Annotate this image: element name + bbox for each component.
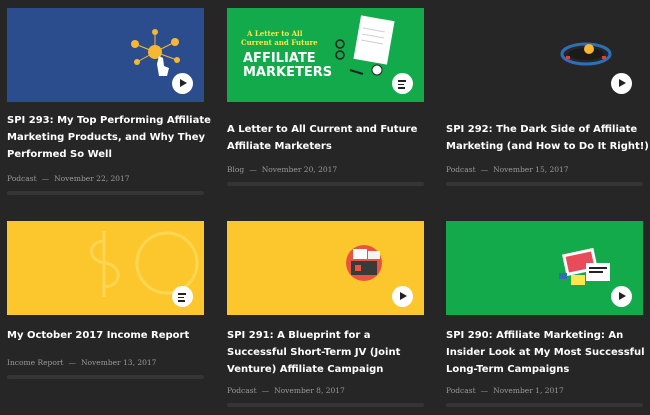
post-meta: Podcast — November 15, 2017 xyxy=(446,165,569,174)
post-meta: Podcast — November 8, 2017 xyxy=(227,386,345,395)
post-thumbnail[interactable] xyxy=(446,8,643,102)
play-icon xyxy=(619,79,626,87)
progress-bar xyxy=(7,191,204,195)
play-icon xyxy=(619,292,626,300)
post-date: November 13, 2017 xyxy=(80,358,157,367)
post-thumbnail[interactable] xyxy=(7,8,204,102)
document-icon xyxy=(178,293,186,304)
meta-separator: — xyxy=(261,386,270,395)
meta-separator: — xyxy=(480,165,489,174)
document-icon xyxy=(398,80,406,91)
post-category[interactable]: Income Report xyxy=(7,358,63,367)
progress-bar xyxy=(446,403,643,407)
post-date: November 22, 2017 xyxy=(54,174,130,183)
meta-separator: — xyxy=(480,386,489,395)
post-category[interactable]: Podcast xyxy=(227,386,257,395)
meta-separator: — xyxy=(41,174,50,183)
post-category[interactable]: Podcast xyxy=(7,174,37,183)
play-button[interactable] xyxy=(172,73,193,94)
post-meta: Income Report — November 13, 2017 xyxy=(7,358,156,367)
play-button[interactable] xyxy=(611,73,632,94)
post-date: November 15, 2017 xyxy=(493,165,569,174)
post-title[interactable]: SPI 293: My Top Performing Affiliate Mar… xyxy=(7,112,212,163)
progress-bar xyxy=(227,403,424,407)
article-button[interactable] xyxy=(392,73,413,94)
play-button[interactable] xyxy=(611,286,632,307)
post-category[interactable]: Blog xyxy=(227,165,244,174)
post-title[interactable]: My October 2017 Income Report xyxy=(7,327,212,344)
progress-bar xyxy=(446,182,643,186)
post-date: November 20, 2017 xyxy=(261,165,338,174)
meta-separator: — xyxy=(249,165,257,174)
post-title[interactable]: SPI 290: Affiliate Marketing: An Insider… xyxy=(446,327,650,378)
post-title[interactable]: SPI 292: The Dark Side of Affiliate Mark… xyxy=(446,121,650,155)
play-button[interactable] xyxy=(392,286,413,307)
post-meta: Podcast — November 22, 2017 xyxy=(7,174,130,183)
post-meta: Podcast — November 1, 2017 xyxy=(446,386,564,395)
post-title[interactable]: SPI 291: A Blueprint for a Successful Sh… xyxy=(227,327,432,378)
play-icon xyxy=(400,292,407,300)
post-meta: Blog — November 20, 2017 xyxy=(227,165,337,174)
meta-separator: — xyxy=(68,358,76,367)
article-button[interactable] xyxy=(172,286,193,307)
progress-bar xyxy=(7,375,204,379)
post-title[interactable]: A Letter to All Current and Future Affil… xyxy=(227,121,432,155)
post-thumbnail[interactable]: A Letter to All Current and Future AFFIL… xyxy=(227,8,424,102)
post-date: November 1, 2017 xyxy=(493,386,564,395)
post-thumbnail[interactable] xyxy=(227,221,424,315)
progress-bar xyxy=(227,182,424,186)
post-thumbnail[interactable] xyxy=(7,221,204,315)
post-thumbnail[interactable] xyxy=(446,221,643,315)
play-icon xyxy=(180,79,187,87)
post-category[interactable]: Podcast xyxy=(446,386,476,395)
post-date: November 8, 2017 xyxy=(274,386,345,395)
post-category[interactable]: Podcast xyxy=(446,165,476,174)
